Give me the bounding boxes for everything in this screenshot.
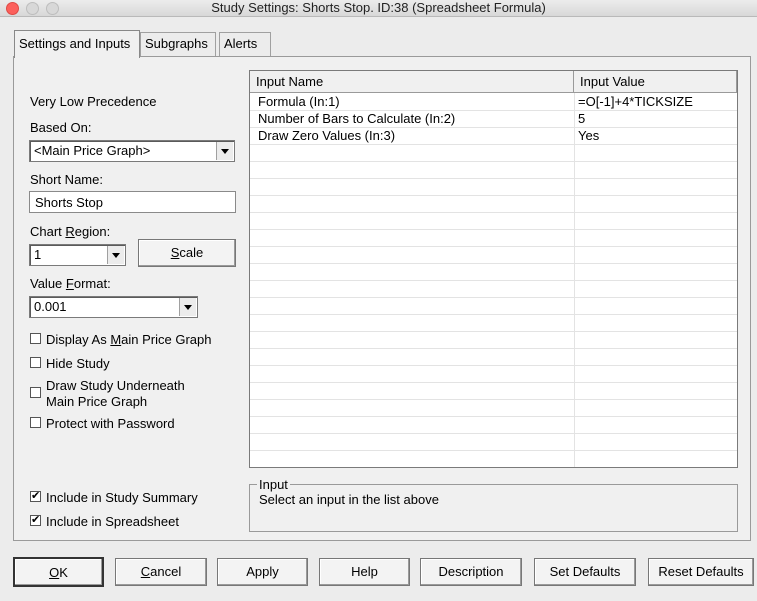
chevron-down-icon[interactable]	[107, 246, 124, 264]
display-as-main-price-graph-label: Display As Main Price Graph	[46, 332, 212, 347]
draw-study-underneath-label-line2: Main Price Graph	[46, 394, 148, 409]
table-row-empty	[250, 434, 737, 451]
table-row-empty	[250, 196, 737, 213]
input-value-cell[interactable]: =O[-1]+4*TICKSIZE	[578, 94, 693, 111]
based-on-label: Based On:	[30, 120, 92, 135]
table-row-empty	[250, 247, 737, 264]
table-row-empty	[250, 349, 737, 366]
table-row[interactable]: Draw Zero Values (In:3) Yes	[250, 128, 737, 145]
short-name-label: Short Name:	[30, 172, 103, 187]
short-name-input[interactable]	[30, 192, 235, 212]
table-row-empty	[250, 213, 737, 230]
table-row[interactable]: Number of Bars to Calculate (In:2) 5	[250, 111, 737, 128]
column-header-input-value[interactable]: Input Value	[574, 71, 737, 93]
input-name-cell: Number of Bars to Calculate (In:2)	[258, 111, 456, 126]
apply-button[interactable]: Apply	[217, 558, 308, 586]
chart-region-select[interactable]: 1	[29, 244, 126, 266]
table-row-empty	[250, 400, 737, 417]
chevron-down-icon[interactable]	[179, 298, 196, 316]
value-format-select[interactable]: 0.001	[29, 296, 198, 318]
table-row[interactable]: Formula (In:1) =O[-1]+4*TICKSIZE	[250, 94, 737, 111]
input-description-group: Input Select an input in the list above	[249, 477, 738, 532]
table-row-empty	[250, 162, 737, 179]
input-group-legend: Input	[259, 477, 288, 492]
precedence-label: Very Low Precedence	[30, 94, 157, 109]
table-row-empty	[250, 179, 737, 196]
hide-study-label: Hide Study	[46, 356, 110, 371]
draw-study-underneath-checkbox[interactable]	[30, 387, 41, 398]
help-button[interactable]: Help	[319, 558, 410, 586]
protect-with-password-checkbox[interactable]	[30, 417, 41, 428]
hide-study-checkbox[interactable]	[30, 357, 41, 368]
value-format-value: 0.001	[34, 299, 67, 314]
table-row-empty	[250, 332, 737, 349]
include-in-study-summary-checkbox[interactable]	[30, 489, 41, 503]
table-row-empty	[250, 145, 737, 162]
short-name-field[interactable]	[29, 191, 236, 213]
draw-study-underneath-label: Draw Study Underneath	[46, 378, 185, 393]
chart-region-value: 1	[34, 247, 42, 262]
protect-with-password-label: Protect with Password	[46, 416, 175, 431]
set-defaults-button[interactable]: Set Defaults	[534, 558, 636, 586]
column-header-input-name[interactable]: Input Name	[250, 71, 574, 93]
inputs-grid[interactable]: Input Name Input Value Formula (In:1) =O…	[249, 70, 738, 468]
table-row-empty	[250, 451, 737, 467]
ok-button[interactable]: OK	[13, 557, 104, 587]
input-value-cell[interactable]: 5	[578, 111, 585, 128]
reset-defaults-button[interactable]: Reset Defaults	[648, 558, 754, 586]
based-on-select[interactable]: <Main Price Graph>	[29, 140, 235, 162]
scale-button[interactable]: Scale	[138, 239, 236, 267]
based-on-value: <Main Price Graph>	[34, 143, 151, 158]
input-description-text: Select an input in the list above	[259, 492, 439, 507]
include-in-spreadsheet-checkbox[interactable]	[30, 513, 41, 527]
table-row-empty	[250, 230, 737, 247]
cancel-button[interactable]: Cancel	[115, 558, 207, 586]
table-row-empty	[250, 417, 737, 434]
table-row-empty	[250, 383, 737, 400]
include-in-spreadsheet-label: Include in Spreadsheet	[46, 514, 179, 529]
display-as-main-price-graph-checkbox[interactable]	[30, 333, 41, 344]
table-row-empty	[250, 298, 737, 315]
table-row-empty	[250, 281, 737, 298]
value-format-label: Value Format:	[30, 276, 111, 291]
table-row-empty	[250, 264, 737, 281]
chevron-down-icon[interactable]	[216, 142, 233, 160]
input-value-cell[interactable]: Yes	[578, 128, 599, 145]
chart-region-label: Chart Region:	[30, 224, 111, 239]
input-name-cell: Formula (In:1)	[258, 94, 340, 109]
description-button[interactable]: Description	[420, 558, 522, 586]
table-row-empty	[250, 366, 737, 383]
table-row-empty	[250, 315, 737, 332]
input-name-cell: Draw Zero Values (In:3)	[258, 128, 396, 143]
include-in-study-summary-label: Include in Study Summary	[46, 490, 198, 505]
